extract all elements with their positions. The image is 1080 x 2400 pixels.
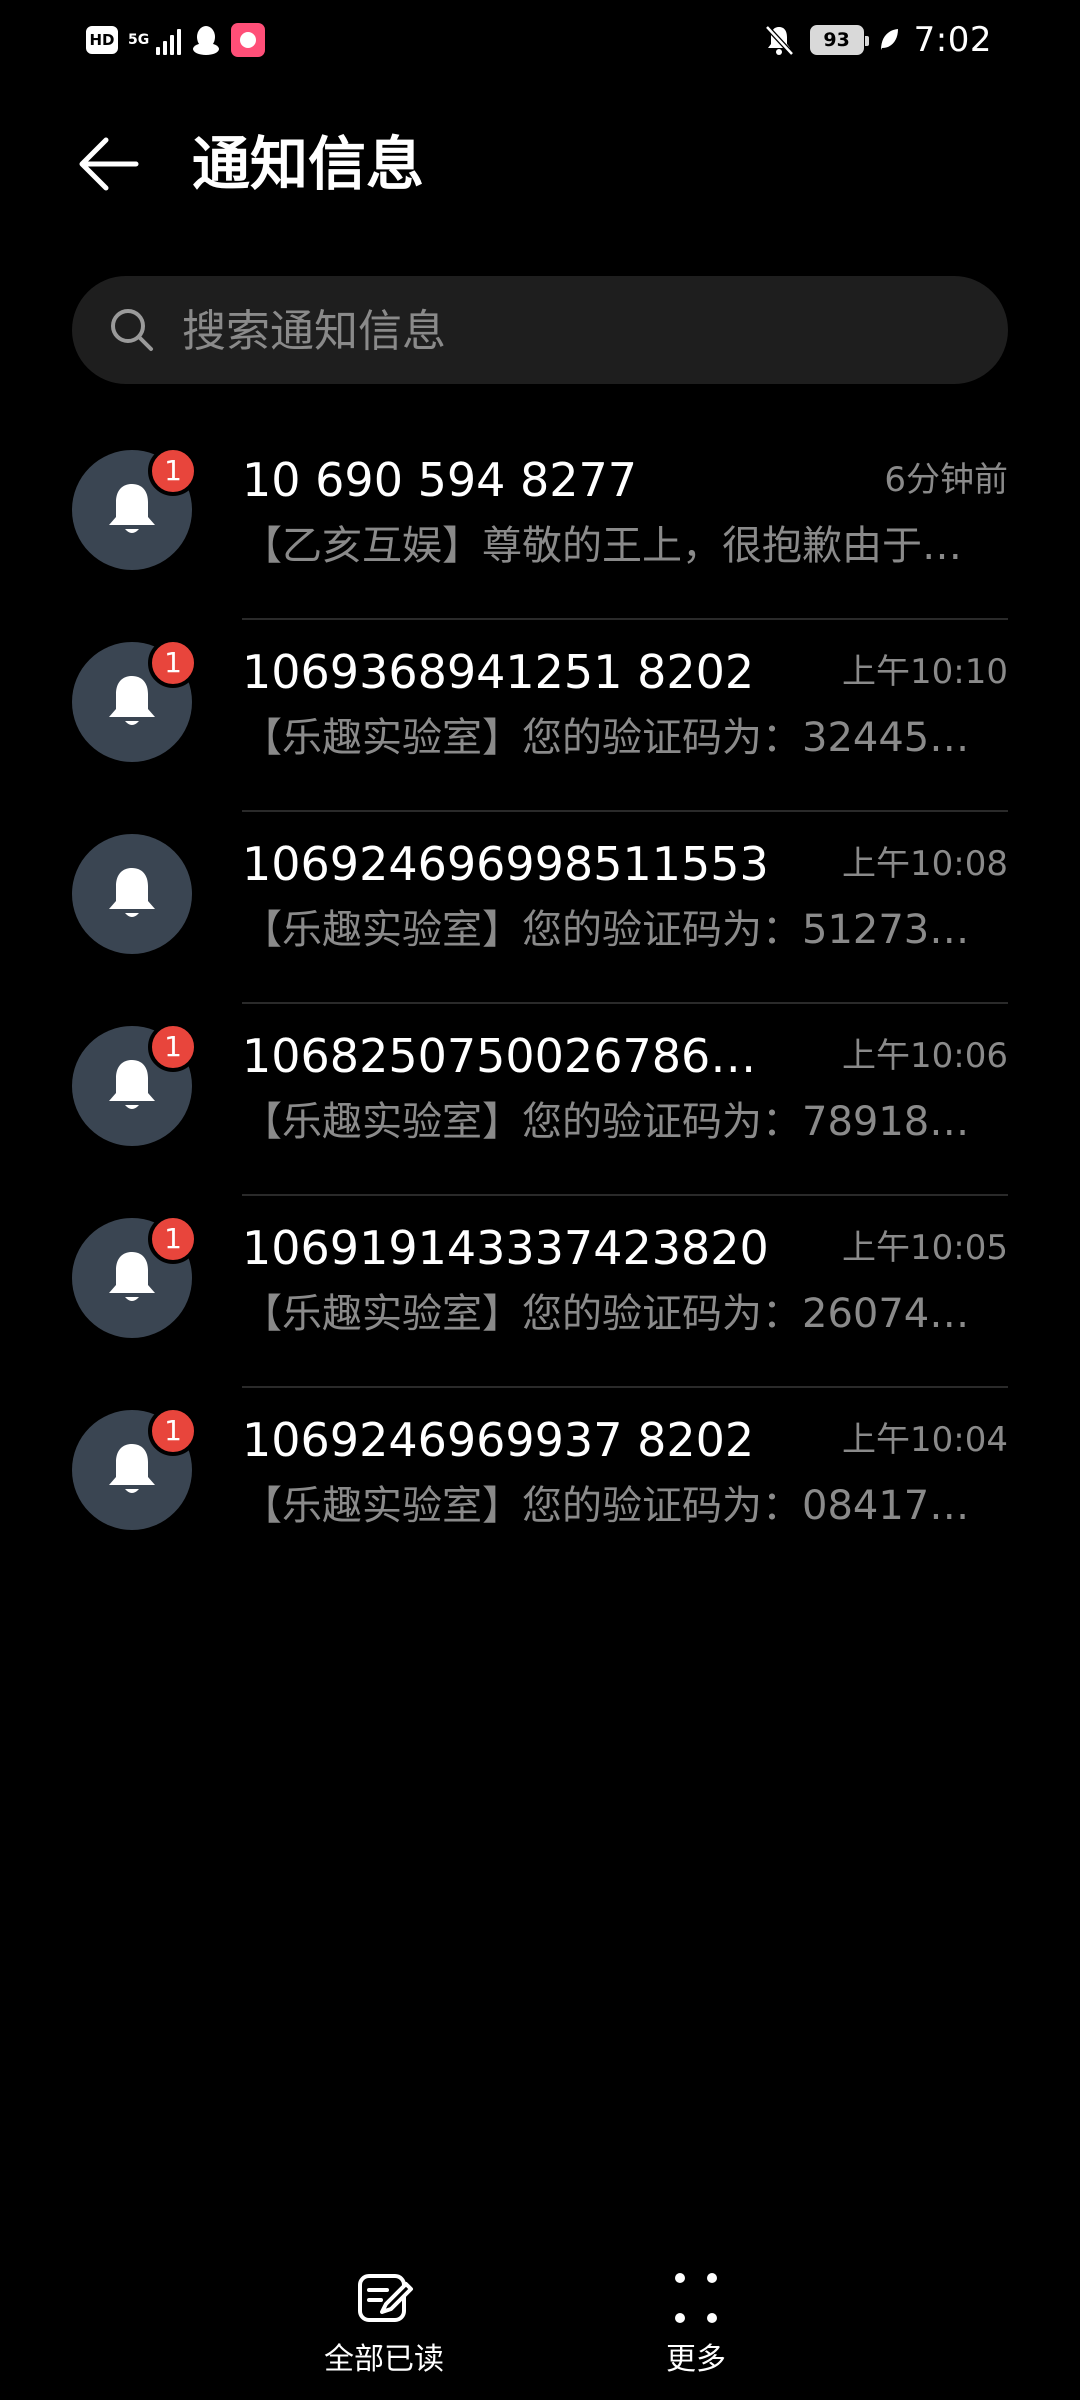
message-preview: 【乐趣实验室】您的验证码为：26074… <box>242 1291 970 1337</box>
mark-all-read-button[interactable]: 全部已读 <box>284 2258 484 2388</box>
more-label: 更多 <box>666 2342 726 2377</box>
message-preview: 【乐趣实验室】您的验证码为：78918… <box>242 1099 970 1145</box>
back-button[interactable] <box>72 128 144 200</box>
bottom-toolbar: 全部已读 更多 <box>0 2250 1080 2400</box>
sender-number: 106919143337423820 <box>242 1221 769 1275</box>
message-item[interactable]: 1 1069246969937 8202 上午10:04 【乐趣实验室】您的验证… <box>0 1388 1080 1580</box>
unread-badge: 1 <box>148 1214 198 1264</box>
notification-messages-screen: HD 5G 93 7:02 通知信息 搜索通知信息 1 10 690 594 8… <box>0 0 1080 2400</box>
app-header: 通知信息 <box>0 100 1080 230</box>
bell-icon <box>109 868 155 917</box>
message-time: 上午10:08 <box>842 844 1008 884</box>
unread-badge: 1 <box>148 1406 198 1456</box>
qq-penguin-icon <box>193 26 219 55</box>
hd-voice-icon: HD <box>86 26 118 54</box>
message-time: 上午10:04 <box>842 1420 1008 1460</box>
unread-badge: 1 <box>148 446 198 496</box>
battery-level-text: 93 <box>823 29 850 51</box>
search-icon <box>111 309 153 351</box>
signal-strength-icon <box>156 25 181 55</box>
bell-icon <box>109 484 155 533</box>
message-preview: 【乙亥互娱】尊敬的王上，很抱歉由于… <box>242 523 962 569</box>
message-item[interactable]: 1 10682507500267866… 上午10:06 【乐趣实验室】您的验证… <box>0 1004 1080 1196</box>
message-time: 上午10:05 <box>842 1228 1008 1268</box>
message-item[interactable]: 1 1069368941251 8202 上午10:10 【乐趣实验室】您的验证… <box>0 620 1080 812</box>
unread-badge: 1 <box>148 1022 198 1072</box>
back-arrow-icon <box>79 137 139 191</box>
message-preview: 【乐趣实验室】您的验证码为：08417… <box>242 1483 970 1529</box>
message-time: 6分钟前 <box>884 460 1008 500</box>
search-input[interactable] <box>180 276 964 386</box>
message-preview: 【乐趣实验室】您的验证码为：51273… <box>242 907 970 953</box>
sender-number: 10682507500267866… <box>242 1029 782 1083</box>
mark-all-read-label: 全部已读 <box>324 2342 444 2377</box>
bell-icon <box>109 1252 155 1301</box>
page-title: 通知信息 <box>192 130 425 198</box>
battery-icon: 93 <box>809 25 869 55</box>
clock-time: 7:02 <box>913 20 992 60</box>
sender-number: 106924696998511553 <box>242 837 769 891</box>
status-bar-right: 93 7:02 <box>762 16 992 64</box>
avatar <box>72 834 192 954</box>
bell-icon <box>109 1060 155 1109</box>
message-time: 上午10:10 <box>842 652 1008 692</box>
status-bar-left: HD 5G <box>86 20 265 60</box>
app-notification-icon <box>231 23 265 57</box>
bell-icon <box>109 1444 155 1493</box>
message-item[interactable]: 1 10 690 594 8277 6分钟前 【乙亥互娱】尊敬的王上，很抱歉由于… <box>0 428 1080 620</box>
power-saving-leaf-icon <box>880 29 898 50</box>
message-preview: 【乐趣实验室】您的验证码为：32445… <box>242 715 970 761</box>
message-time: 上午10:06 <box>842 1036 1008 1076</box>
sender-number: 10 690 594 8277 <box>242 453 638 507</box>
more-dots-icon <box>675 2273 717 2323</box>
status-bar: HD 5G 93 7:02 <box>0 0 1080 80</box>
message-item[interactable]: 106924696998511553 上午10:08 【乐趣实验室】您的验证码为… <box>0 812 1080 1004</box>
unread-badge: 1 <box>148 638 198 688</box>
notifications-muted-icon <box>764 25 794 56</box>
sender-number: 1069246969937 8202 <box>242 1413 755 1467</box>
network-type-label: 5G <box>128 32 150 48</box>
message-list: 1 10 690 594 8277 6分钟前 【乙亥互娱】尊敬的王上，很抱歉由于… <box>0 428 1080 1580</box>
search-bar[interactable] <box>72 276 1008 386</box>
bell-icon <box>109 676 155 725</box>
sender-number: 1069368941251 8202 <box>242 645 755 699</box>
message-item[interactable]: 1 106919143337423820 上午10:05 【乐趣实验室】您的验证… <box>0 1196 1080 1388</box>
mark-read-icon <box>358 2274 413 2322</box>
more-button[interactable]: 更多 <box>596 2258 796 2388</box>
